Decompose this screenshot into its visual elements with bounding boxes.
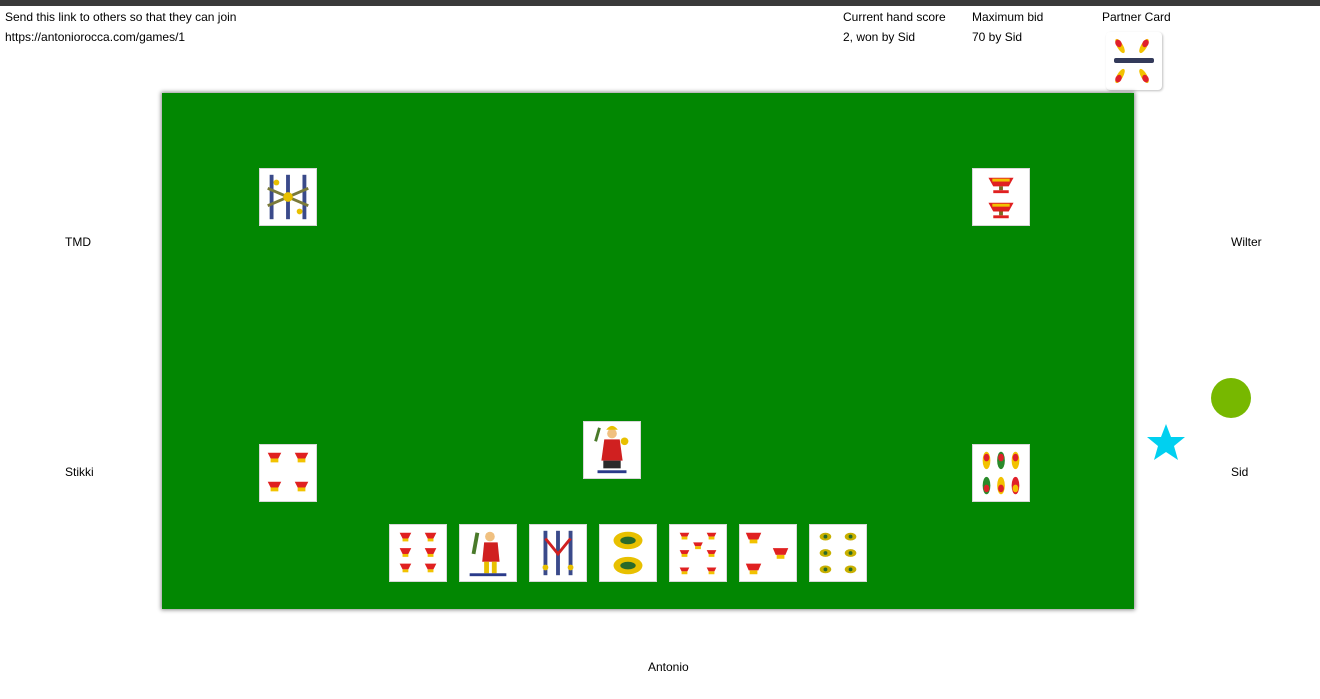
share-instructions: Send this link to others so that they ca… — [5, 10, 237, 24]
player-name-sid: Sid — [1231, 465, 1249, 479]
played-card-antonio — [583, 421, 641, 479]
player-name-wilter: Wilter — [1231, 235, 1262, 249]
player-name-stikki: Stikki — [65, 465, 94, 479]
dealer-star-icon — [1147, 424, 1185, 460]
hand-card[interactable] — [669, 524, 727, 582]
played-card-stikki — [259, 444, 317, 502]
played-card-tmd — [259, 168, 317, 226]
hand-card[interactable] — [599, 524, 657, 582]
game-table — [162, 93, 1134, 609]
partner-card — [1106, 32, 1162, 90]
max-bid-value: 70 by Sid — [972, 30, 1023, 44]
max-bid-label: Maximum bid — [972, 10, 1044, 24]
hand-card[interactable] — [739, 524, 797, 582]
window-top-bar — [0, 0, 1320, 6]
hand-score-label: Current hand score — [843, 10, 946, 24]
played-card-sid — [972, 444, 1030, 502]
hand-card[interactable] — [389, 524, 447, 582]
hand-card[interactable] — [459, 524, 517, 582]
hand-score-value: 2, won by Sid — [843, 30, 916, 44]
hand-card[interactable] — [529, 524, 587, 582]
share-link[interactable]: https://antoniorocca.com/games/1 — [5, 30, 185, 44]
player-name-tmd: TMD — [65, 235, 91, 249]
turn-indicator-dot — [1211, 378, 1251, 418]
partner-card-label: Partner Card — [1102, 10, 1171, 24]
player-name-antonio: Antonio — [648, 660, 689, 674]
played-card-wilter — [972, 168, 1030, 226]
hand-card[interactable] — [809, 524, 867, 582]
